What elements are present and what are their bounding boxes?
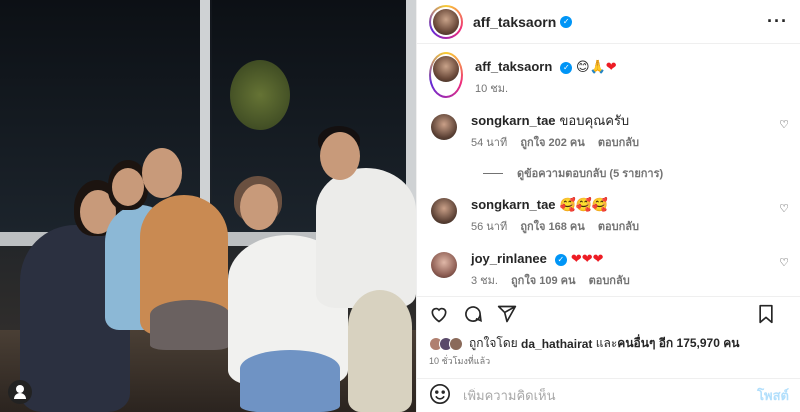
reply-button[interactable]: ตอบกลับ	[589, 275, 630, 287]
heart-icon[interactable]: ♡	[779, 118, 789, 131]
comment-text: ขอบคุณครับ	[559, 113, 630, 128]
reply-button[interactable]: ตอบกลับ	[598, 221, 639, 233]
post-comment-button[interactable]: โพสต์	[757, 385, 789, 406]
author-avatar[interactable]	[433, 8, 459, 35]
comment-input[interactable]	[463, 388, 758, 403]
face	[142, 148, 182, 198]
comment-likes[interactable]: ถูกใจ 109 คน	[511, 275, 575, 287]
view-replies-label: ดูข้อความตอบกลับ (5 รายการ)	[517, 168, 664, 180]
commenter-avatar[interactable]	[431, 198, 457, 224]
shorts	[150, 300, 230, 350]
post-details-panel: aff_taksaorn ✓ ··· aff_taksaorn ✓ 😊🙏❤ 10 …	[416, 0, 800, 412]
comment-likes[interactable]: ถูกใจ 168 คน	[520, 221, 584, 233]
comment-text: 🥰🥰🥰	[559, 197, 609, 212]
comments-list: aff_taksaorn ✓ 😊🙏❤ 10 ชม. songkarn_tae ขอบ…	[417, 44, 800, 290]
likes-prefix: ถูกใจโดย	[469, 336, 518, 350]
action-bar	[417, 296, 800, 330]
likes-others[interactable]: คนอื่นๆ อีก 175,970 คน	[617, 334, 739, 353]
comment-time[interactable]: 54 นาที	[471, 137, 507, 149]
caption-heart: ❤	[605, 59, 617, 74]
story-ring[interactable]	[429, 52, 463, 98]
reply-button[interactable]: ตอบกลับ	[598, 137, 639, 149]
comment-item: songkarn_tae 🥰🥰🥰 56 นาที ถูกใจ 168 คน ตอบ…	[429, 196, 789, 236]
liker-avatars	[429, 336, 463, 351]
replies-divider	[483, 172, 503, 174]
comment-item: songkarn_tae ขอบคุณครับ 54 นาที ถูกใจ 202…	[429, 112, 789, 152]
comment-username[interactable]: songkarn_tae	[471, 197, 556, 212]
post-photo[interactable]	[0, 0, 416, 412]
post-time[interactable]: 10 ชั่วโมงที่แล้ว	[429, 354, 490, 368]
comment-icon[interactable]	[463, 304, 483, 324]
jeans	[240, 350, 340, 412]
commenter-avatar[interactable]	[431, 114, 457, 140]
verified-icon: ✓	[554, 253, 567, 266]
likes-middle: และ	[595, 336, 618, 350]
user-tag-icon[interactable]	[8, 380, 32, 404]
heart-icon[interactable]	[429, 304, 449, 324]
add-comment-bar: โพสต์	[417, 378, 800, 412]
face	[240, 184, 278, 230]
plant	[230, 60, 290, 130]
comment-username[interactable]: joy_rinlanee	[471, 251, 547, 266]
verified-icon: ✓	[560, 61, 573, 74]
more-icon[interactable]: ···	[767, 11, 788, 32]
comment-likes[interactable]: ถูกใจ 202 คน	[520, 137, 584, 149]
caption-time[interactable]: 10 ชม.	[475, 83, 508, 95]
post-header: aff_taksaorn ✓ ···	[417, 0, 800, 44]
comment-time[interactable]: 56 นาที	[471, 221, 507, 233]
comment-username[interactable]: songkarn_tae	[471, 113, 556, 128]
face	[112, 168, 144, 206]
author-username[interactable]: aff_taksaorn	[473, 14, 556, 30]
verified-icon: ✓	[560, 15, 573, 28]
heart-icon[interactable]: ♡	[779, 202, 789, 215]
caption-username[interactable]: aff_taksaorn	[475, 59, 552, 74]
comment-time[interactable]: 3 ชม.	[471, 275, 498, 287]
likes-summary: ถูกใจโดย da_hathairat และ คนอื่นๆ อีก 175…	[429, 334, 739, 353]
heart-icon[interactable]: ♡	[779, 256, 789, 269]
save-icon[interactable]	[757, 304, 775, 324]
face	[320, 132, 360, 180]
commenter-avatar[interactable]	[431, 252, 457, 278]
caption-text: 😊🙏	[575, 59, 606, 74]
person-man-right	[316, 168, 416, 308]
story-ring[interactable]	[429, 4, 463, 39]
view-replies-button[interactable]: ดูข้อความตอบกลับ (5 รายการ)	[483, 164, 789, 182]
author-avatar[interactable]	[433, 56, 459, 82]
comment-item: joy_rinlanee ✓ ❤❤❤ 3 ชม. ถูกใจ 109 คน ตอบก…	[429, 250, 789, 290]
trousers	[348, 290, 412, 412]
caption: aff_taksaorn ✓ 😊🙏❤ 10 ชม.	[429, 52, 789, 98]
emoji-icon[interactable]	[429, 383, 451, 408]
share-icon[interactable]	[497, 304, 517, 324]
liker-username[interactable]: da_hathairat	[521, 337, 592, 351]
comment-text: ❤❤❤	[570, 251, 604, 266]
